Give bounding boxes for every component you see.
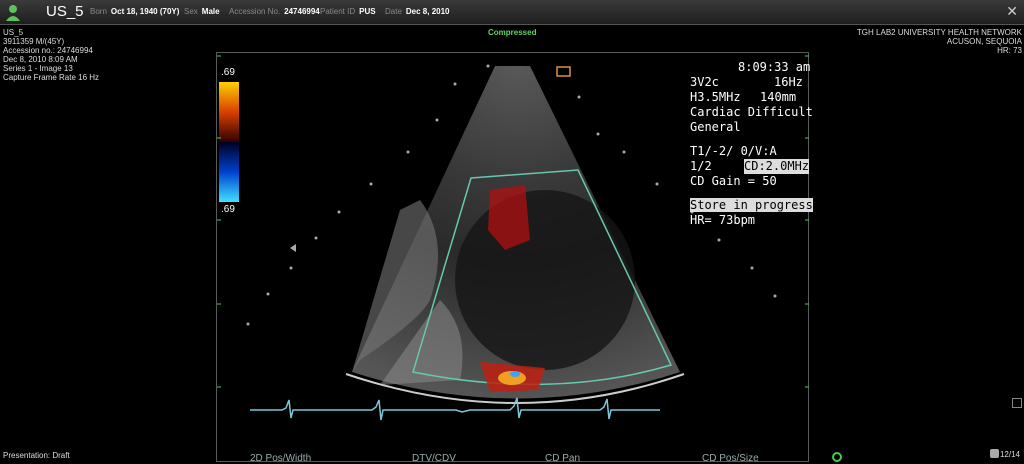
expand-icon[interactable] [1012,398,1022,408]
scale-bottom-label: .69 [221,204,235,215]
softkey-dtv-cdv[interactable]: DTV/CDV [412,453,456,464]
frame-counter: 12/14 [999,450,1020,459]
cd-gain: CD Gain = 50 [690,174,777,188]
color-flow [510,371,520,377]
probe-marker-icon [556,66,571,77]
frequency: H3.5MHz [690,90,741,104]
orientation-arrow [290,244,296,252]
ratio: 1/2 [690,159,712,173]
cavity [455,190,635,370]
color-scale-bar [219,82,239,202]
depth: 140mm [760,90,797,104]
preset-line: General [690,120,741,134]
play-icon[interactable] [832,452,842,462]
store-status: Store in progress [690,198,813,212]
presentation-state: Presentation: Draft [3,451,70,460]
ultrasound-image [217,55,809,421]
acquisition-overlay: 8:09:33 am 3V2c 16Hz H3.5MHz 140mm Cardiac… [690,60,813,228]
softkey-cd-pan[interactable]: CD Pan [545,453,580,464]
frame-rate: 16Hz [774,75,803,89]
cd-row: 1/2 CD:2.0MHz [690,159,813,174]
softkey-cd-pos[interactable]: CD Pos/Size [702,453,759,464]
scale-top-label: .69 [221,67,235,78]
settings-line: T1/-2/ 0/V:A [690,144,777,158]
probe-row: 3V2c 16Hz [690,75,813,90]
heart-rate: HR= 73bpm [690,213,756,227]
frame-icon [990,449,999,458]
preset-line: Cardiac Difficult [690,105,813,119]
probe-label: 3V2c [690,75,719,89]
time-readout: 8:09:33 am [738,60,811,74]
freq-row: H3.5MHz 140mm [690,90,813,105]
cd-frequency: CD:2.0MHz [744,159,810,174]
softkey-2d-pos[interactable]: 2D Pos/Width [250,453,311,464]
ecg-trace [250,397,660,421]
